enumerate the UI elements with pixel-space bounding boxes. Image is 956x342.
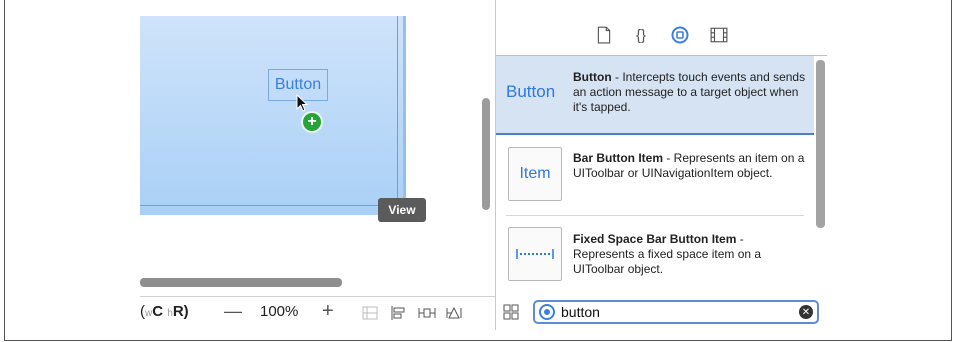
canvas-bottom-bar: (wC hR) — 100% +: [140, 296, 495, 329]
library-vertical-scrollbar[interactable]: [816, 60, 825, 228]
library-item-fixed-space[interactable]: Fixed Space Bar Button Item - Represents…: [496, 216, 814, 292]
code-snippet-icon[interactable]: {}: [632, 26, 650, 44]
media-library-icon[interactable]: [710, 26, 728, 44]
library-item-thumb: Item: [508, 147, 562, 201]
storyboard-canvas[interactable]: [140, 16, 406, 215]
view-controller-view[interactable]: [140, 16, 398, 206]
library-filter-field[interactable]: ✕: [533, 300, 819, 324]
library-item-thumb: Button: [506, 82, 556, 101]
canvas-horizontal-scrollbar[interactable]: [140, 278, 342, 287]
zoom-in-button[interactable]: +: [322, 300, 334, 323]
fixed-space-thumb-icon: [508, 227, 562, 281]
library-item-button[interactable]: Button Button - Intercepts touch events …: [496, 56, 814, 135]
canvas-vertical-scrollbar[interactable]: [482, 98, 490, 210]
zoom-level: 100%: [260, 303, 299, 320]
pin-icon[interactable]: [418, 305, 436, 321]
clear-filter-icon[interactable]: ✕: [799, 305, 813, 319]
library-item-bar-button-item[interactable]: Item Bar Button Item - Represents an ite…: [496, 136, 814, 214]
size-class-indicator[interactable]: (wC hR): [140, 303, 189, 320]
library-item-description: Bar Button Item - Represents an item on …: [573, 151, 805, 180]
view-tooltip: View: [378, 198, 426, 222]
library-tab-bar: {}: [496, 22, 826, 50]
copy-plus-icon: +: [301, 111, 323, 133]
dragged-button-label: Button: [274, 76, 322, 93]
library-item-description: Button - Intercepts touch events and sen…: [573, 70, 806, 114]
resolve-issues-icon[interactable]: [446, 305, 466, 321]
object-library-icon[interactable]: [671, 26, 689, 44]
cursor-arrow-icon: [296, 94, 308, 112]
filter-input[interactable]: [561, 303, 791, 321]
zoom-out-button[interactable]: —: [224, 301, 242, 322]
grid-view-icon[interactable]: [503, 304, 519, 320]
embed-in-stack-icon[interactable]: [362, 305, 378, 321]
object-filter-icon: [539, 304, 555, 320]
align-icon[interactable]: [390, 305, 406, 321]
file-template-icon[interactable]: [595, 26, 613, 44]
library-item-description: Fixed Space Bar Button Item - Represents…: [573, 232, 762, 276]
